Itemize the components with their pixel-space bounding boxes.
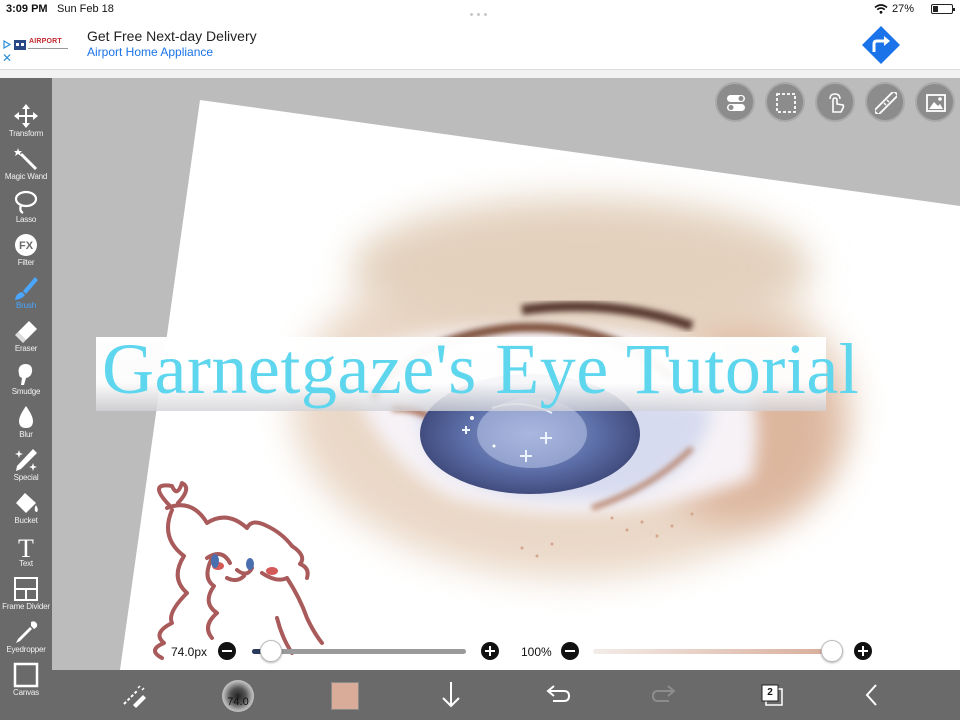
- ad-info-icon[interactable]: [3, 40, 11, 49]
- sparkle-pen-icon: [15, 449, 37, 471]
- tool-magic-wand[interactable]: Magic Wand: [0, 146, 52, 188]
- tool-brush[interactable]: Brush: [0, 275, 52, 317]
- tool-label: Transform: [8, 129, 44, 138]
- text-icon: T: [18, 534, 34, 559]
- brush-preview-size: 74.0: [227, 696, 249, 708]
- tool-canvas[interactable]: Canvas: [0, 662, 52, 704]
- selection-icon: [776, 93, 796, 113]
- tool-label: Canvas: [13, 688, 39, 697]
- tool-label: Magic Wand: [4, 172, 48, 181]
- tool-label: Lasso: [15, 215, 37, 224]
- tool-label: Bucket: [14, 516, 38, 525]
- tool-label: Special: [13, 473, 39, 482]
- brush-size-minus-icon[interactable]: [218, 642, 236, 660]
- battery-icon: [931, 4, 955, 14]
- opacity-knob[interactable]: [821, 640, 843, 662]
- tool-label: Text: [19, 559, 33, 568]
- brush-size-plus-icon[interactable]: [481, 642, 499, 660]
- battery-percent: 27%: [892, 3, 915, 15]
- wifi-icon: [874, 4, 888, 14]
- tool-label: Filter: [17, 258, 35, 267]
- status-date: Sun Feb 18: [57, 3, 114, 15]
- smudge-icon: [18, 364, 33, 385]
- ad-separator: [0, 70, 960, 78]
- tool-filter[interactable]: FX Filter: [0, 232, 52, 274]
- drawing-canvas[interactable]: Garnetgaze's Eye Tutorial: [52, 78, 960, 670]
- toggle-icon: [727, 95, 745, 111]
- multitask-dots-icon[interactable]: [468, 7, 492, 16]
- quick-tool-icon[interactable]: [118, 678, 148, 712]
- bottom-toolbar: 74.0 2: [52, 670, 960, 720]
- reference-image-icon: [926, 94, 946, 112]
- canvas-icon: [13, 662, 39, 688]
- tool-bucket[interactable]: Bucket: [0, 490, 52, 532]
- tool-eraser[interactable]: Eraser: [0, 318, 52, 360]
- brush-size-knob[interactable]: [260, 640, 282, 662]
- brush-size-value: 74.0px: [171, 645, 208, 659]
- ad-banner[interactable]: ✕ AIRPORT Get Free Next-day Delivery Air…: [0, 18, 960, 70]
- opacity-minus-icon[interactable]: [561, 642, 579, 660]
- eraser-icon: [15, 321, 37, 343]
- tool-eyedropper[interactable]: Eyedropper: [0, 619, 52, 661]
- directions-icon[interactable]: [861, 25, 901, 65]
- tool-panel: Transform Magic Wand Lasso FX Filter Bru…: [0, 78, 52, 720]
- svg-text:FX: FX: [19, 240, 34, 252]
- toggle-button[interactable]: [715, 82, 755, 122]
- selection-button[interactable]: [765, 82, 805, 122]
- status-time: 3:09 PM: [6, 3, 48, 15]
- tool-text[interactable]: T Text: [0, 533, 52, 575]
- undo-icon[interactable]: [544, 678, 572, 712]
- ad-advertiser[interactable]: Airport Home Appliance: [87, 45, 213, 59]
- tool-frame-divider[interactable]: Frame Divider: [0, 576, 52, 618]
- tool-label: Frame Divider: [2, 602, 50, 611]
- tool-label: Eyedropper: [6, 645, 46, 654]
- drop-icon: [19, 406, 33, 428]
- move-icon: [14, 104, 38, 128]
- opacity-plus-icon[interactable]: [854, 642, 872, 660]
- tool-blur[interactable]: Blur: [0, 404, 52, 446]
- ad-headline[interactable]: Get Free Next-day Delivery: [87, 28, 257, 44]
- tool-label: Eraser: [14, 344, 38, 353]
- ruler-button[interactable]: [865, 82, 905, 122]
- tool-label: Brush: [16, 301, 36, 310]
- tool-label: Blur: [19, 430, 33, 439]
- layer-count: 2: [767, 687, 773, 698]
- back-chevron-icon[interactable]: [860, 678, 884, 712]
- brush-size-track[interactable]: [252, 649, 466, 654]
- opacity-value: 100%: [521, 645, 552, 659]
- status-bar: 3:09 PM Sun Feb 18 27%: [0, 0, 960, 18]
- tool-lasso[interactable]: Lasso: [0, 189, 52, 231]
- color-swatch-button[interactable]: [331, 682, 359, 710]
- tool-transform[interactable]: Transform: [0, 103, 52, 145]
- tool-smudge[interactable]: Smudge: [0, 361, 52, 403]
- tool-label: Smudge: [11, 387, 41, 396]
- download-arrow-icon[interactable]: [438, 678, 464, 712]
- bucket-icon: [16, 493, 38, 513]
- svg-text:T: T: [18, 534, 34, 559]
- ruler-icon: [875, 92, 897, 114]
- app-root: 3:09 PM Sun Feb 18 27% ✕ AIRPORT Get Fre…: [0, 0, 960, 720]
- magic-wand-icon: [14, 148, 38, 171]
- ad-close-icon[interactable]: ✕: [2, 52, 12, 64]
- eyedropper-icon: [16, 621, 38, 643]
- opacity-track[interactable]: [593, 649, 833, 654]
- canvas-title-text: Garnetgaze's Eye Tutorial: [102, 329, 860, 409]
- tool-special[interactable]: Special: [0, 447, 52, 489]
- touch-icon: [829, 93, 845, 113]
- reference-image-button[interactable]: [915, 82, 955, 122]
- fx-icon: FX: [15, 234, 37, 256]
- redo-icon[interactable]: [650, 678, 678, 712]
- brush-icon: [15, 277, 38, 300]
- frame-icon: [14, 577, 38, 601]
- advertiser-logo-text: AIRPORT: [29, 38, 62, 45]
- lasso-icon: [14, 190, 38, 214]
- touch-button[interactable]: [815, 82, 855, 122]
